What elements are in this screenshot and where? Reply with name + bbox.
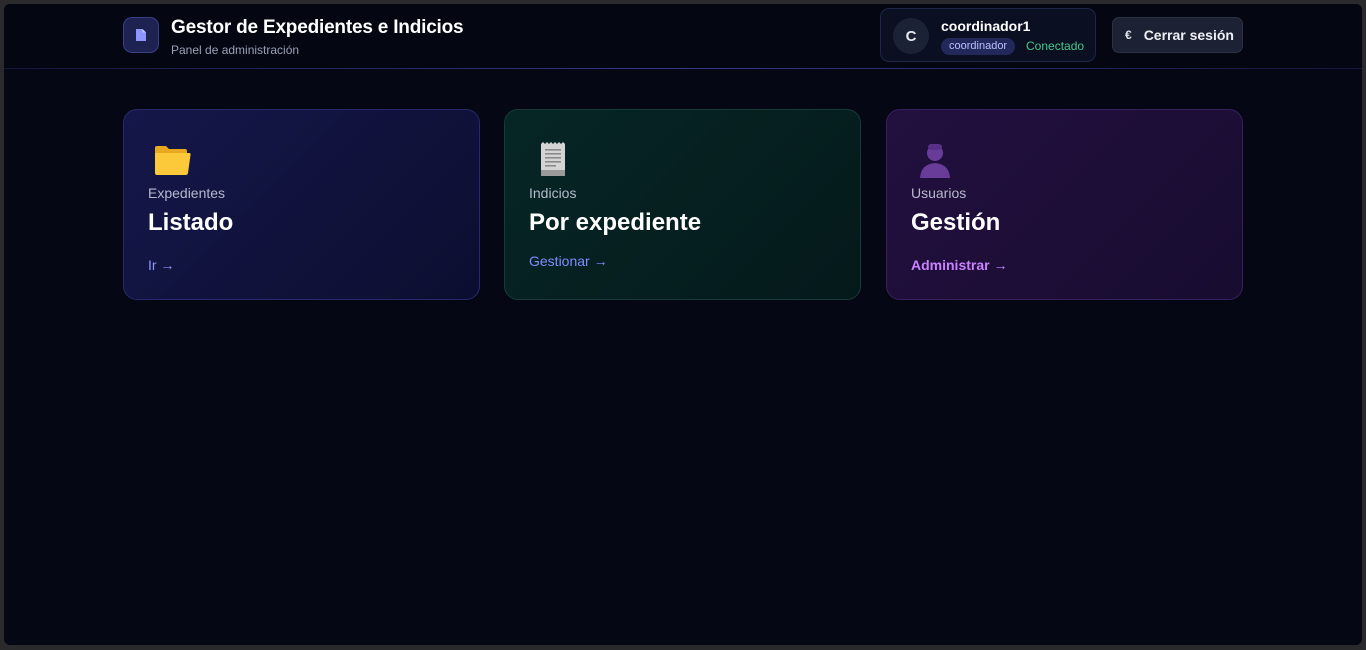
app-window: Gestor de Expedientes e Indicios Panel d… [4, 4, 1362, 645]
folder-icon [155, 146, 191, 175]
app-subtitle: Panel de administración [171, 43, 300, 57]
app-logo [123, 17, 159, 53]
card-link-administrar[interactable]: Administrar → [911, 257, 1007, 273]
receipt-icon [541, 142, 565, 176]
card-title: Listado [148, 209, 234, 236]
card-title: Por expediente [529, 209, 702, 236]
logout-button[interactable]: € Cerrar sesión [1112, 17, 1243, 53]
status-badge: Conectado [1026, 39, 1085, 53]
card-category: Usuarios [911, 185, 967, 201]
logout-icon: € [1125, 28, 1132, 42]
card-link-ir[interactable]: Ir → [148, 257, 174, 273]
card-usuarios[interactable]: Usuarios Gestión Administrar → [886, 109, 1243, 300]
role-badge: coordinador [941, 38, 1016, 55]
user-info-card: C coordinador1 coordinador Conectado [880, 8, 1096, 62]
username: coordinador1 [941, 18, 1031, 34]
avatar: C [893, 18, 929, 54]
document-icon [136, 29, 146, 41]
card-link-gestionar[interactable]: Gestionar → [529, 253, 608, 269]
user-icon [920, 144, 950, 178]
logout-label: Cerrar sesión [1143, 27, 1234, 43]
card-expedientes[interactable]: Expedientes Listado Ir → [123, 109, 480, 300]
app-title: Gestor de Expedientes e Indicios [171, 17, 464, 38]
card-category: Expedientes [148, 185, 226, 201]
top-bar: Gestor de Expedientes e Indicios Panel d… [4, 4, 1362, 69]
card-title: Gestión [911, 209, 1001, 236]
card-indicios[interactable]: Indicios Por expediente Gestionar → [504, 109, 861, 300]
card-category: Indicios [529, 185, 577, 201]
